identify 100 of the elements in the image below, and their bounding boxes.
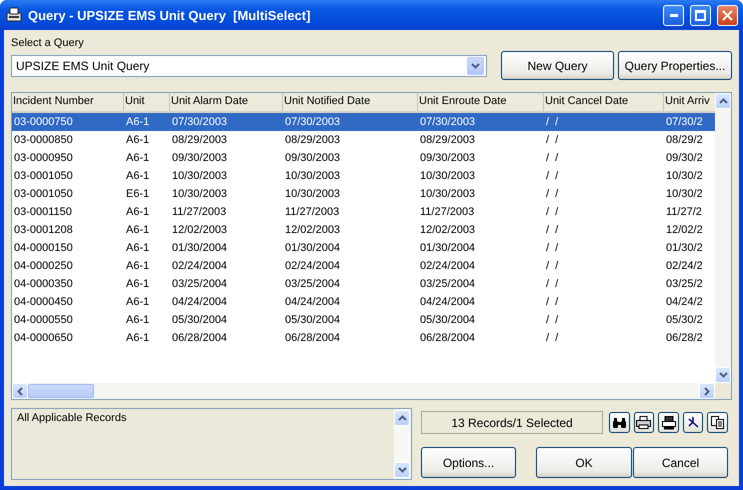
print-button[interactable]	[634, 412, 654, 433]
table-cell-text: 03-0001150	[13, 205, 73, 220]
table-cell-text: / /	[545, 313, 560, 328]
table-cell-text: 04-0000550	[13, 313, 74, 328]
table-cell-text: / /	[545, 277, 560, 292]
table-row[interactable]: 03-0001208 A6-1 12/02/2003 12/02/2003 12/02/2003 / / 12/02/2	[12, 221, 715, 239]
table-cell-text: A6-1	[125, 205, 150, 220]
column-header[interactable]: Unit	[124, 93, 170, 111]
query-label: Select a Query	[11, 36, 84, 51]
table-cell-text: A6-1	[125, 295, 150, 310]
column-header[interactable]: Unit Cancel Date	[544, 93, 664, 111]
scrollbar-corner	[715, 383, 731, 399]
table-row[interactable]: 04-0000150 A6-1 01/30/2004 01/30/2004 01/30/2004 / / 01/30/2	[12, 239, 715, 257]
table-cell-text: 08/29/2003	[419, 133, 476, 148]
table-cell-text: 04-0000150	[13, 241, 74, 256]
copy-icon	[711, 416, 724, 429]
table-cell-text: / /	[545, 169, 560, 184]
table-row[interactable]: 03-0000750 A6-1 07/30/2003 07/30/2003 07/30/2003 / / 07/30/2	[12, 113, 715, 131]
minimize-button[interactable]	[663, 4, 684, 26]
table-cell-text: 02/24/2004	[284, 259, 342, 274]
table-cell-text: 05/30/2004	[419, 313, 476, 328]
table-cell-text: 03/25/2004	[419, 277, 476, 292]
printer-lock-icon	[662, 416, 676, 430]
table-cell-text: 08/29/2003	[171, 133, 228, 148]
record-count: 13 Records/1 Selected	[421, 411, 604, 434]
table-cell-text: / /	[545, 133, 560, 148]
table-cell-text: 03/25/2	[665, 277, 704, 292]
options-button[interactable]: Options...	[421, 447, 516, 478]
table-cell-text: 06/28/2004	[284, 331, 342, 346]
table-cell-text: 04/24/2004	[284, 295, 342, 310]
table-cell-text: 06/28/2004	[419, 331, 476, 346]
table-cell-text: 03-0001050	[13, 187, 74, 202]
table-cell-text: 07/30/2003	[419, 115, 476, 130]
scroll-thumb[interactable]	[28, 384, 94, 398]
table-cell-text: / /	[545, 223, 560, 238]
binoculars-icon	[612, 416, 627, 428]
copy-button[interactable]	[707, 412, 728, 433]
column-header[interactable]: Unit Notified Date	[283, 93, 418, 111]
close-button[interactable]	[717, 4, 738, 26]
vertical-scrollbar[interactable]	[715, 93, 731, 383]
table-cell-text: / /	[545, 187, 560, 202]
table-cell-text: / /	[545, 241, 560, 256]
query-properties-button[interactable]: Query Properties...	[618, 51, 732, 80]
table-cell-text: 07/30/2003	[284, 115, 342, 130]
table-cell-text: 11/27/2003	[419, 205, 476, 220]
table-cell-text: E6-1	[125, 187, 150, 202]
close-icon	[722, 10, 733, 20]
table-row[interactable]: 03-0000850 A6-1 08/29/2003 08/29/2003 08/29/2003 / / 08/29/2	[12, 131, 715, 149]
table-cell-text: 06/28/2	[665, 331, 704, 346]
cancel-button[interactable]: Cancel	[633, 447, 728, 478]
table-row[interactable]: 04-0000550 A6-1 05/30/2004 05/30/2004 05/30/2004 / / 05/30/2	[12, 311, 715, 329]
table-cell-text: 04-0000650	[13, 331, 74, 346]
table-cell-text: / /	[545, 115, 560, 130]
horizontal-scrollbar[interactable]	[12, 383, 715, 399]
table-cell-text: 04/24/2004	[419, 295, 476, 310]
table-cell-text: 11/27/2	[665, 205, 703, 220]
table-cell-text: 01/30/2	[665, 241, 704, 256]
table-cell-text: 01/30/2004	[419, 241, 476, 256]
memo-down-icon	[398, 467, 406, 473]
find-button[interactable]	[609, 412, 630, 433]
table-cell-text: A6-1	[125, 133, 150, 148]
table-row[interactable]: 03-0001150 A6-1 11/27/2003 11/27/2003 11/27/2003 / / 11/27/2	[12, 203, 715, 221]
table-cell-text: / /	[545, 205, 560, 220]
table-row[interactable]: 04-0000350 A6-1 03/25/2004 03/25/2004 03/25/2004 / / 03/25/2	[12, 275, 715, 293]
table-cell-text: 03/25/2004	[284, 277, 342, 292]
ok-button[interactable]: OK	[536, 447, 632, 478]
table-cell-text: 06/28/2004	[171, 331, 228, 346]
table-cell-text: 10/30/2	[665, 169, 704, 184]
table-cell-text: 10/30/2003	[419, 187, 476, 202]
table-cell-text: A6-1	[125, 241, 150, 256]
maximize-button[interactable]	[690, 4, 711, 26]
column-header[interactable]: Incident Number	[12, 93, 124, 111]
scroll-left-icon	[17, 386, 23, 396]
table-row[interactable]: 04-0000250 A6-1 02/24/2004 02/24/2004 02/24/2004 / / 02/24/2	[12, 257, 715, 275]
table-row[interactable]: 03-0000950 A6-1 09/30/2003 09/30/2003 09/30/2003 / / 09/30/2	[12, 149, 715, 167]
move-button[interactable]	[682, 412, 704, 433]
table-cell-text: A6-1	[125, 223, 150, 238]
table-cell-text: 07/30/2	[665, 115, 704, 130]
table-cell-text: 05/30/2004	[171, 313, 228, 328]
description-box[interactable]: All Applicable Records	[11, 408, 412, 480]
scroll-up-icon	[718, 98, 728, 104]
table-row[interactable]: 04-0000650 A6-1 06/28/2004 06/28/2004 06/28/2004 / / 06/28/2	[12, 329, 715, 347]
table-cell-text: 03-0001050	[13, 169, 74, 184]
table-row[interactable]: 03-0001050 E6-1 10/30/2003 10/30/2003 10/30/2003 / / 10/30/2	[12, 185, 715, 203]
table-row[interactable]: 04-0000450 A6-1 04/24/2004 04/24/2004 04/24/2004 / / 04/24/2	[12, 293, 715, 311]
table-row[interactable]: 03-0001050 A6-1 10/30/2003 10/30/2003 10/30/2003 / / 10/30/2	[12, 167, 715, 185]
query-dropdown[interactable]: UPSIZE EMS Unit Query	[11, 54, 487, 76]
table-cell-text: 02/24/2004	[171, 259, 228, 274]
column-header[interactable]: Unit Alarm Date	[170, 93, 283, 111]
table-cell-text: 03-0001208	[13, 223, 74, 238]
export-button[interactable]	[658, 412, 679, 433]
memo-up-icon	[398, 415, 406, 421]
column-header[interactable]: Unit Enroute Date	[418, 93, 544, 111]
new-query-button[interactable]: New Query	[501, 51, 614, 80]
table-cell-text: A6-1	[125, 331, 150, 346]
printer-icon	[636, 416, 652, 429]
table-cell-text: 09/30/2003	[419, 151, 476, 166]
table-cell-text: 08/29/2	[665, 133, 704, 148]
table-cell-text: 04/24/2004	[171, 295, 228, 310]
minimize-icon	[670, 14, 678, 16]
